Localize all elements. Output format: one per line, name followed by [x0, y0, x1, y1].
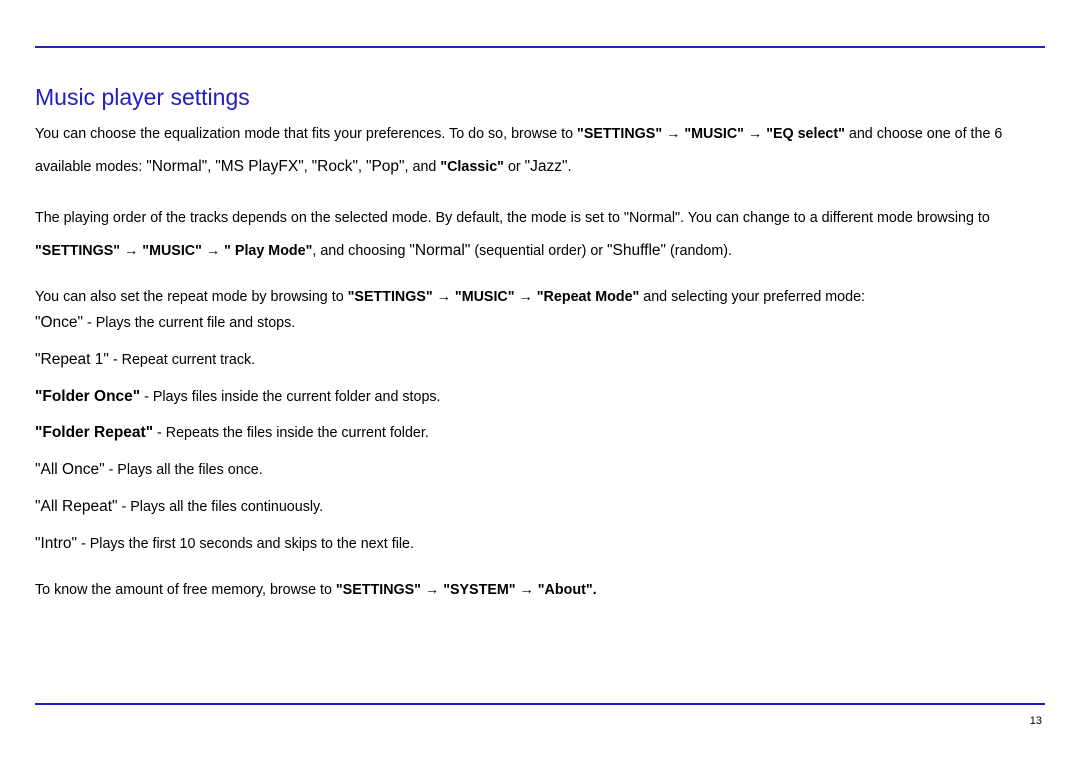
mode-desc: - Plays all the files once.: [105, 462, 263, 478]
list-item: "All Repeat" - Plays all the files conti…: [35, 495, 1045, 520]
nav-path: "SETTINGS" → "MUSIC" → "Repeat Mode": [348, 289, 640, 305]
text: and selecting your preferred mode:: [639, 289, 865, 305]
top-divider: [35, 46, 1045, 48]
body-text: You can choose the equalization mode tha…: [35, 119, 1045, 606]
nav-path: "SETTINGS" → "MUSIC" → " Play Mode": [35, 243, 312, 259]
paragraph-eq: You can choose the equalization mode tha…: [35, 119, 1045, 185]
mode-desc: - Repeat current track.: [109, 352, 255, 368]
mode-desc: - Plays the current file and stops.: [83, 315, 295, 331]
paragraph-playmode: The playing order of the tracks depends …: [35, 203, 1045, 269]
page-number: 13: [1030, 715, 1042, 727]
text: (sequential order) or: [470, 243, 607, 259]
nav-path: "SETTINGS" → "MUSIC" → "EQ select": [577, 126, 845, 142]
text: , and choosing: [312, 243, 409, 259]
section-heading: Music player settings: [35, 84, 1045, 111]
mode-name: "MS PlayFX": [215, 158, 304, 175]
mode-desc: - Plays the first 10 seconds and skips t…: [77, 536, 414, 552]
bottom-divider: [35, 703, 1045, 705]
paragraph-memory: To know the amount of free memory, brows…: [35, 575, 1045, 606]
list-item: "All Once" - Plays all the files once.: [35, 458, 1045, 483]
mode-name: "Jazz": [525, 158, 568, 175]
text: The playing order of the tracks depends …: [35, 210, 990, 226]
text: , and: [405, 159, 441, 175]
manual-page: Music player settings You can choose the…: [0, 0, 1080, 763]
text: or: [504, 159, 525, 175]
list-item: "Once" - Plays the current file and stop…: [35, 311, 1045, 336]
mode-name: "Once": [35, 314, 83, 331]
mode-name: "Normal": [146, 158, 207, 175]
mode-name: "Rock": [312, 158, 358, 175]
nav-path: "SETTINGS" → "SYSTEM" → "About".: [336, 582, 597, 598]
list-item: "Folder Repeat" - Repeats the files insi…: [35, 421, 1045, 446]
mode-name: "All Once": [35, 461, 105, 478]
mode-name: "Folder Once": [35, 388, 140, 405]
text: You can also set the repeat mode by brow…: [35, 289, 348, 305]
mode-name: "Folder Repeat": [35, 424, 153, 441]
list-item: "Folder Once" - Plays files inside the c…: [35, 385, 1045, 410]
mode-desc: - Plays all the files continuously.: [118, 499, 324, 515]
mode-name: "Shuffle": [607, 242, 666, 259]
text: ,: [358, 159, 366, 175]
mode-name: "Intro": [35, 535, 77, 552]
list-item: "Intro" - Plays the first 10 seconds and…: [35, 532, 1045, 557]
text: To know the amount of free memory, brows…: [35, 582, 336, 598]
text: ,: [207, 159, 215, 175]
text: You can choose the equalization mode tha…: [35, 126, 577, 142]
mode-desc: - Plays files inside the current folder …: [140, 389, 440, 405]
mode-name: "Pop": [366, 158, 405, 175]
paragraph-repeatmode: You can also set the repeat mode by brow…: [35, 286, 1045, 309]
text: ,: [304, 159, 312, 175]
list-item: "Repeat 1" - Repeat current track.: [35, 348, 1045, 373]
mode-desc: - Repeats the files inside the current f…: [153, 425, 429, 441]
text: (random).: [666, 243, 732, 259]
mode-name: "Classic": [440, 159, 504, 175]
mode-name: "All Repeat": [35, 498, 118, 515]
mode-name: "Repeat 1": [35, 351, 109, 368]
mode-name: "Normal": [409, 242, 470, 259]
text: .: [568, 159, 572, 175]
repeat-modes-list: "Once" - Plays the current file and stop…: [35, 311, 1045, 557]
